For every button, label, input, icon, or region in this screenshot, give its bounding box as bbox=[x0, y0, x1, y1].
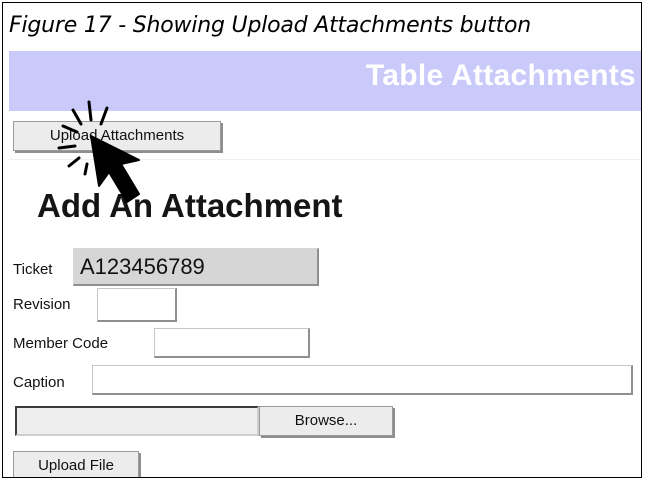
table-attachments-banner: Table Attachments bbox=[9, 51, 641, 111]
caption-field[interactable] bbox=[92, 365, 633, 395]
upload-attachments-button[interactable]: Upload Attachments bbox=[13, 121, 221, 151]
page-title: Add An Attachment bbox=[37, 187, 343, 224]
member-code-field[interactable] bbox=[154, 328, 310, 358]
revision-field[interactable] bbox=[97, 288, 177, 322]
revision-label: Revision bbox=[13, 296, 71, 313]
ticket-field[interactable] bbox=[73, 248, 319, 286]
caption-label: Caption bbox=[13, 374, 65, 391]
figure-caption: Figure 17 - Showing Upload Attachments b… bbox=[9, 13, 531, 38]
divider bbox=[9, 159, 641, 160]
browse-button[interactable]: Browse... bbox=[259, 406, 393, 436]
ticket-label: Ticket bbox=[13, 261, 53, 278]
member-code-label: Member Code bbox=[13, 335, 109, 352]
upload-file-button[interactable]: Upload File bbox=[13, 451, 139, 477]
file-path-field[interactable] bbox=[15, 406, 259, 436]
figure-frame: Figure 17 - Showing Upload Attachments b… bbox=[2, 2, 642, 478]
banner-title: Table Attachments bbox=[365, 59, 636, 92]
